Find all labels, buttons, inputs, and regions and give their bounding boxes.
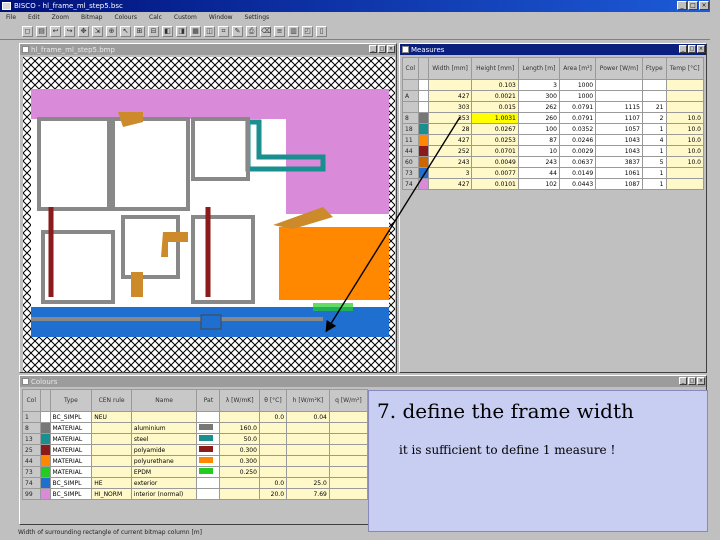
annotation-arrow — [325, 116, 461, 333]
tutorial-heading: 7. define the frame width — [377, 399, 634, 423]
tutorial-panel: 7. define the frame width it is sufficie… — [368, 390, 708, 532]
screen: BISCO - hl_frame_ml_step5.bsc _ □ × File… — [0, 0, 720, 540]
tutorial-note: it is sufficient to define 1 measure ! — [399, 443, 616, 457]
